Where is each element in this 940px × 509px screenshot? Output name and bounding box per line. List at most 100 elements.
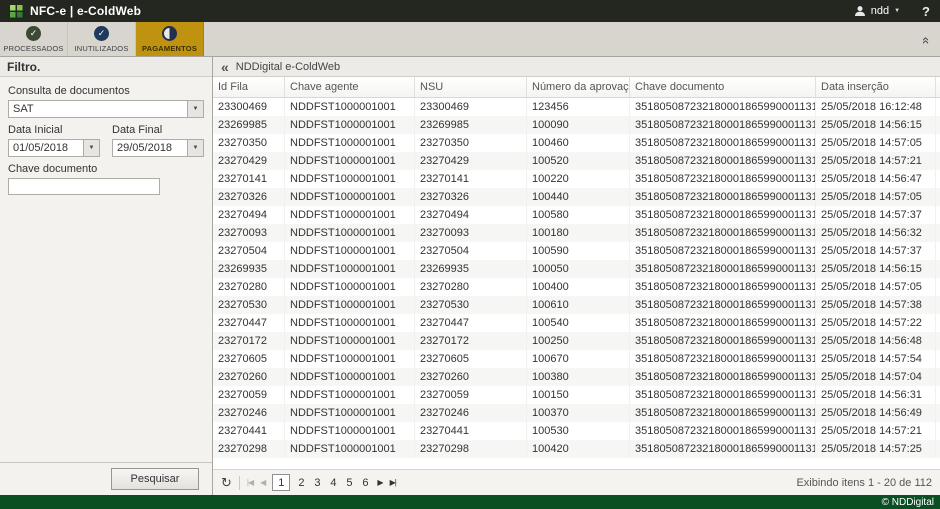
grid-cell: 23270494: [213, 206, 285, 224]
grid-cell: 100460: [527, 134, 630, 152]
pesquisar-button[interactable]: Pesquisar: [111, 468, 199, 490]
last-page-button[interactable]: ▶|: [390, 478, 396, 487]
results-grid: Id FilaChave agenteNSUNúmero da aprovaçã…: [213, 77, 940, 469]
grid-cell: NDDFST1000001001: [285, 386, 415, 404]
table-row[interactable]: 23270172NDDFST10000010012327017210025035…: [213, 332, 940, 350]
table-row[interactable]: 23270504NDDFST10000010012327050410059035…: [213, 242, 940, 260]
grid-cell: NDDFST1000001001: [285, 314, 415, 332]
pager-pages: 123456: [272, 474, 370, 491]
column-header[interactable]: NSU: [415, 77, 527, 97]
grid-cell: NDDFST1000001001: [285, 134, 415, 152]
grid-cell: 25/05/2018 14:56:49: [816, 404, 936, 422]
help-button[interactable]: ?: [922, 4, 930, 19]
grid-cell: 100610: [527, 296, 630, 314]
grid-cell: NDDFST1000001001: [285, 152, 415, 170]
table-row[interactable]: 23270605NDDFST10000010012327060510067035…: [213, 350, 940, 368]
consulta-select[interactable]: SAT ▼: [8, 100, 204, 118]
grid-cell: NDDFST1000001001: [285, 188, 415, 206]
grid-cell: 23270059: [415, 386, 527, 404]
table-row[interactable]: 23270494NDDFST10000010012327049410058035…: [213, 206, 940, 224]
grid-cell: 23270172: [415, 332, 527, 350]
grid-cell: 23270429: [415, 152, 527, 170]
grid-cell: NDDFST1000001001: [285, 422, 415, 440]
tab-pagamentos[interactable]: PAGAMENTOS: [136, 22, 204, 56]
grid-cell: 100440: [527, 188, 630, 206]
grid-cell: 23270326: [415, 188, 527, 206]
column-header[interactable]: Id Fila: [213, 77, 285, 97]
chevron-down-icon[interactable]: ▼: [83, 140, 99, 156]
grid-cell: 23270093: [415, 224, 527, 242]
grid-cell: 25/05/2018 14:57:37: [816, 206, 936, 224]
grid-cell: 25/05/2018 14:57:05: [816, 278, 936, 296]
table-row[interactable]: 23270326NDDFST10000010012327032610044035…: [213, 188, 940, 206]
grid-cell: 351805087232180001865990001131100933375: [630, 404, 816, 422]
table-row[interactable]: 23270447NDDFST10000010012327044710054035…: [213, 314, 940, 332]
table-row[interactable]: 23270298NDDFST10000010012327029810042035…: [213, 440, 940, 458]
table-row[interactable]: 23270093NDDFST10000010012327009310018035…: [213, 224, 940, 242]
column-header[interactable]: Data inserção: [816, 77, 936, 97]
table-row[interactable]: 23270530NDDFST10000010012327053010061035…: [213, 296, 940, 314]
table-row[interactable]: 23269935NDDFST10000010012326993510005035…: [213, 260, 940, 278]
grid-cell: 25/05/2018 14:57:38: [816, 296, 936, 314]
next-page-button[interactable]: ▶: [377, 478, 382, 487]
table-row[interactable]: 23270246NDDFST10000010012327024610037035…: [213, 404, 940, 422]
first-page-button[interactable]: |◀: [247, 478, 253, 487]
table-row[interactable]: 23270429NDDFST10000010012327042910052035…: [213, 152, 940, 170]
prev-page-button[interactable]: ◀: [260, 478, 265, 487]
tab-label: PROCESSADOS: [3, 44, 63, 53]
results-title: NDDigital e-ColdWeb: [236, 61, 340, 73]
grid-cell: 100580: [527, 206, 630, 224]
table-row[interactable]: 23270260NDDFST10000010012327026010038035…: [213, 368, 940, 386]
tab-inutilizados[interactable]: ✓INUTILIZADOS: [68, 22, 136, 56]
grid-cell: NDDFST1000001001: [285, 278, 415, 296]
table-row[interactable]: 23270141NDDFST10000010012327014110022035…: [213, 170, 940, 188]
grid-cell: 25/05/2018 14:56:32: [816, 224, 936, 242]
date-range: Data Inicial 01/05/2018 ▼ Data Final 29/…: [8, 118, 204, 157]
grid-cell: 23270447: [415, 314, 527, 332]
table-row[interactable]: 23270280NDDFST10000010012327028010040035…: [213, 278, 940, 296]
grid-cell: 25/05/2018 14:57:22: [816, 314, 936, 332]
table-row[interactable]: 23300469NDDFST10000010012330046912345635…: [213, 98, 940, 116]
page-button-5[interactable]: 5: [344, 477, 354, 489]
refresh-icon[interactable]: ↻: [221, 475, 232, 491]
grid-cell: 351805087232180001865990001131100933375: [630, 350, 816, 368]
table-row[interactable]: 23270059NDDFST10000010012327005910015035…: [213, 386, 940, 404]
table-row[interactable]: 23270350NDDFST10000010012327035010046035…: [213, 134, 940, 152]
grid-cell: 100150: [527, 386, 630, 404]
grid-cell: 25/05/2018 16:12:48: [816, 98, 936, 116]
grid-cell: 351805087232180001865990001131100933375: [630, 368, 816, 386]
grid-cell: NDDFST1000001001: [285, 350, 415, 368]
page-button-1[interactable]: 1: [272, 474, 290, 491]
data-final-select[interactable]: 29/05/2018 ▼: [112, 139, 204, 157]
chevron-down-icon[interactable]: ▼: [187, 140, 203, 156]
collapse-left-icon[interactable]: «: [221, 58, 229, 76]
grid-cell: 100540: [527, 314, 630, 332]
page-button-6[interactable]: 6: [360, 477, 370, 489]
page-button-3[interactable]: 3: [312, 477, 322, 489]
user-menu[interactable]: ndd ▼: [854, 5, 900, 17]
grid-cell: 100370: [527, 404, 630, 422]
grid-cell: 25/05/2018 14:57:37: [816, 242, 936, 260]
table-row[interactable]: 23269985NDDFST10000010012326998510009035…: [213, 116, 940, 134]
column-header[interactable]: Número da aprovação: [527, 77, 630, 97]
chave-documento-input[interactable]: [8, 178, 160, 195]
grid-cell: NDDFST1000001001: [285, 296, 415, 314]
collapse-panel-icon[interactable]: «: [919, 37, 934, 44]
data-inicial-select[interactable]: 01/05/2018 ▼: [8, 139, 100, 157]
column-header[interactable]: Chave agente: [285, 77, 415, 97]
page-button-4[interactable]: 4: [328, 477, 338, 489]
chevron-down-icon[interactable]: ▼: [187, 101, 203, 117]
table-row[interactable]: 23270441NDDFST10000010012327044110053035…: [213, 422, 940, 440]
grid-cell: 25/05/2018 14:57:04: [816, 368, 936, 386]
tab-processados[interactable]: ✓PROCESSADOS: [0, 22, 68, 56]
grid-cell: 351805087232180001865990001131100933375: [630, 116, 816, 134]
grid-cell: 25/05/2018 14:57:05: [816, 134, 936, 152]
grid-cell: 23270326: [213, 188, 285, 206]
grid-cell: 23270350: [415, 134, 527, 152]
grid-cell: 100090: [527, 116, 630, 134]
column-header[interactable]: Chave documento: [630, 77, 816, 97]
results-header: « NDDigital e-ColdWeb: [213, 57, 940, 77]
grid-cell: 351805087232180001865990001131100933375: [630, 170, 816, 188]
copyright-text: © NDDigital: [882, 497, 934, 508]
page-button-2[interactable]: 2: [296, 477, 306, 489]
